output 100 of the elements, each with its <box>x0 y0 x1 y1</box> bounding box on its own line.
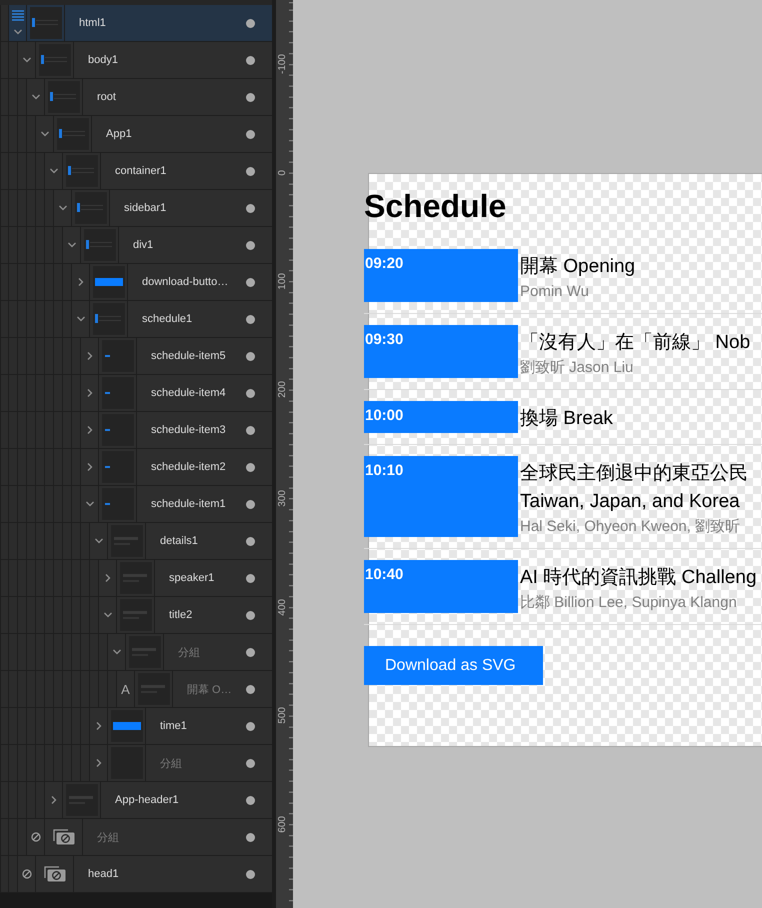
layer-row[interactable]: schedule-item1 <box>0 486 272 523</box>
visibility-dot[interactable] <box>246 166 255 176</box>
chevron-icon[interactable] <box>22 56 30 64</box>
layer-row[interactable]: body1 <box>0 42 272 79</box>
layer-thumbnail <box>92 266 124 298</box>
frames-slash-icon <box>44 866 66 882</box>
layer-row[interactable]: title2 <box>0 597 272 634</box>
ruler-label: 0 <box>277 170 288 176</box>
visibility-dot[interactable] <box>246 574 255 582</box>
visibility-dot[interactable] <box>246 684 255 694</box>
ruler-label: -100 <box>277 54 288 74</box>
layer-row[interactable]: A 開幕 O… <box>0 671 272 708</box>
layer-row[interactable]: schedule1 <box>0 301 272 338</box>
chevron-icon[interactable] <box>14 28 22 36</box>
session-title: 換場 Break <box>520 407 613 431</box>
session-title: 「沒有人」在「前線」 Nob <box>520 331 750 355</box>
layer-row[interactable]: schedule-item2 <box>0 449 272 486</box>
chevron-icon[interactable] <box>86 500 94 508</box>
layer-row[interactable]: download-butto… <box>0 264 272 301</box>
layer-row[interactable]: time1 <box>0 708 272 745</box>
layer-name: container1 <box>115 165 168 177</box>
layer-row[interactable]: details1 <box>0 523 272 560</box>
chevron-icon[interactable] <box>86 463 94 471</box>
visibility-dot[interactable] <box>246 56 255 64</box>
visibility-dot[interactable] <box>246 462 255 472</box>
layer-thumbnail <box>38 44 70 76</box>
chevron-icon[interactable] <box>104 574 112 582</box>
speaker-name: Hal Seki, Ohyeon Kweon, 劉致昕 <box>520 517 742 537</box>
layer-thumbnail <box>84 229 116 261</box>
chevron-icon[interactable] <box>86 426 94 434</box>
chevron-icon[interactable] <box>68 241 76 249</box>
chevron-icon[interactable] <box>94 537 102 545</box>
time-block: 10:00 <box>364 401 518 433</box>
visibility-dot[interactable] <box>246 610 255 620</box>
visibility-dot[interactable] <box>246 240 255 250</box>
layer-thumbnail <box>102 340 134 372</box>
chevron-icon[interactable] <box>58 204 66 212</box>
layer-row[interactable]: container1 <box>0 153 272 190</box>
visibility-dot[interactable] <box>246 18 255 28</box>
layer-thumbnail <box>102 488 134 520</box>
layer-row[interactable]: head1 <box>0 856 272 893</box>
chevron-icon[interactable] <box>86 389 94 397</box>
visibility-dot[interactable] <box>246 500 255 508</box>
layer-name: schedule-item4 <box>151 387 227 399</box>
time-block: 09:30 <box>364 325 518 378</box>
visibility-dot[interactable] <box>246 536 255 546</box>
layer-name: title2 <box>169 609 194 621</box>
layer-row[interactable]: App-header1 <box>0 782 272 819</box>
visibility-dot[interactable] <box>246 722 255 730</box>
session-title: 全球民主倒退中的東亞公民 <box>520 462 748 486</box>
visibility-dot[interactable] <box>246 204 255 212</box>
layer-row[interactable]: App1 <box>0 116 272 153</box>
visibility-dot[interactable] <box>246 92 255 102</box>
visibility-dot[interactable] <box>246 648 255 656</box>
layer-row[interactable]: div1 <box>0 227 272 264</box>
visibility-dot[interactable] <box>246 278 255 286</box>
visibility-dot[interactable] <box>246 352 255 360</box>
text-layer-icon: A <box>121 682 130 696</box>
layer-row[interactable]: schedule-item3 <box>0 412 272 449</box>
visibility-dot[interactable] <box>246 796 255 804</box>
chevron-icon[interactable] <box>50 796 58 804</box>
visibility-dot[interactable] <box>246 426 255 434</box>
layer-row[interactable]: schedule-item5 <box>0 338 272 375</box>
speaker-name: 比鄰 Billion Lee, Supinya Klangn <box>520 593 738 613</box>
layer-name: details1 <box>160 535 199 547</box>
ruler-label: 300 <box>277 490 288 507</box>
session-title: 開幕 Opening <box>520 255 636 279</box>
chevron-icon[interactable] <box>86 352 94 360</box>
chevron-icon[interactable] <box>104 611 112 619</box>
visibility-dot[interactable] <box>246 130 255 138</box>
layer-row[interactable]: speaker1 <box>0 560 272 597</box>
layer-name: html1 <box>79 17 107 29</box>
visibility-dot[interactable] <box>246 758 255 768</box>
visibility-dot[interactable] <box>246 832 255 842</box>
chevron-icon[interactable] <box>94 722 102 730</box>
layer-name: 分組 <box>97 830 120 844</box>
layer-thumbnail <box>66 155 98 187</box>
layer-row[interactable]: root <box>0 79 272 116</box>
download-button[interactable]: Download as SVG <box>364 646 543 685</box>
speaker-name: 劉致昕 Jason Liu <box>520 358 634 378</box>
layer-row[interactable]: sidebar1 <box>0 190 272 227</box>
chevron-icon[interactable] <box>76 315 84 323</box>
layer-name: body1 <box>88 54 119 66</box>
layer-name: schedule-item5 <box>151 350 227 362</box>
layer-name: time1 <box>160 720 188 732</box>
layer-thumbnail <box>56 118 88 150</box>
layer-row[interactable]: schedule-item4 <box>0 375 272 412</box>
chevron-icon[interactable] <box>76 278 84 286</box>
layer-row[interactable]: html1 <box>0 5 272 42</box>
chevron-icon[interactable] <box>112 648 120 656</box>
chevron-icon[interactable] <box>40 130 48 138</box>
ruler-label: 400 <box>277 598 288 616</box>
visibility-dot[interactable] <box>246 314 255 324</box>
visibility-dot[interactable] <box>246 388 255 398</box>
visibility-dot[interactable] <box>246 870 255 878</box>
chevron-icon[interactable] <box>50 167 58 175</box>
time-block: 10:10 <box>364 456 518 537</box>
layer-name: download-butto… <box>142 276 230 288</box>
chevron-icon[interactable] <box>94 759 102 767</box>
chevron-icon[interactable] <box>32 93 40 101</box>
